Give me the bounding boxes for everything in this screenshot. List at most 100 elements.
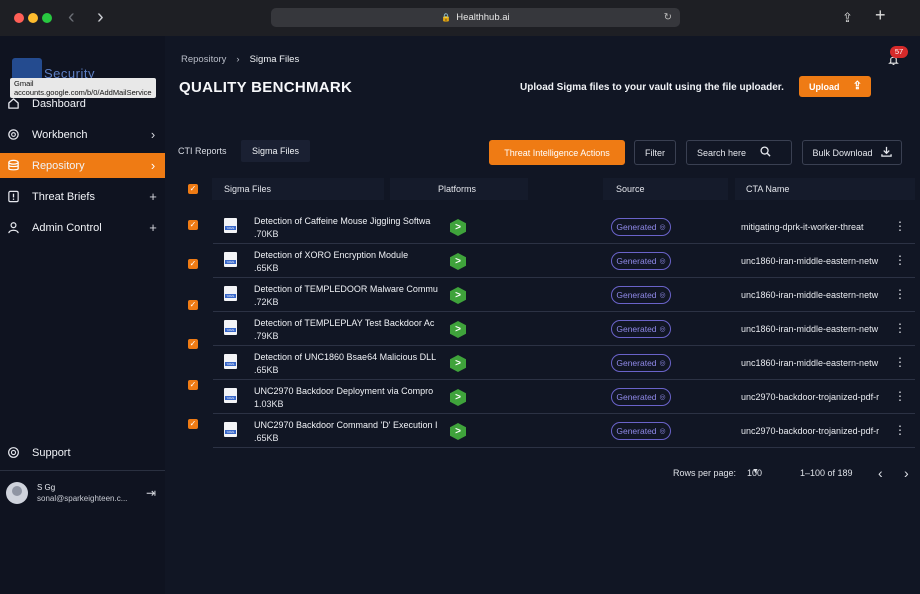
upload-button[interactable]: Upload ⇪	[799, 76, 871, 97]
tooltip-title: Gmail	[14, 79, 34, 88]
minimize-window-button[interactable]	[28, 13, 38, 23]
upload-label: Upload	[809, 81, 840, 92]
row-checkbox[interactable]: ✓	[188, 259, 198, 269]
platform-symbol: >	[450, 253, 466, 270]
source-label: Generated	[616, 222, 657, 232]
share-icon[interactable]: ⇪	[842, 10, 853, 26]
tab-cti-reports[interactable]: CTI Reports	[178, 140, 227, 162]
table-row[interactable]: ✓UNC2970 Backdoor Command 'D' Execution …	[178, 414, 915, 448]
yaml-file-icon	[224, 252, 237, 267]
more-options-icon[interactable]: ⋮	[894, 321, 906, 335]
source-badge: Generated ◎	[611, 388, 671, 406]
url-text: Healthhub.ai	[456, 12, 510, 23]
select-all-checkbox[interactable]: ✓	[188, 184, 198, 194]
previous-page-icon[interactable]: ‹	[878, 465, 883, 481]
logout-icon[interactable]: ⇥	[146, 486, 156, 500]
yaml-file-icon	[224, 354, 237, 369]
rows-per-page-label: Rows per page:	[673, 468, 737, 478]
table-row[interactable]: ✓Detection of UNC1860 Bsae64 Malicious D…	[178, 346, 915, 390]
sidebar-item-workbench[interactable]: Workbench ›	[0, 122, 165, 147]
sigma-file-name[interactable]: Detection of Caffeine Mouse Jiggling Sof…	[254, 216, 441, 226]
reload-icon[interactable]: ↻	[664, 8, 672, 27]
user-name: S Gg	[37, 483, 56, 492]
globe-icon: ◎	[659, 258, 666, 265]
lock-icon: 🔒	[441, 13, 452, 22]
browser-chrome: ‹ › 🔒 Healthhub.ai ↻ ⇪ +	[0, 0, 920, 36]
table-row[interactable]: ✓ Detection of XORO Encryption Module .65K…	[178, 244, 915, 278]
globe-icon: ◎	[659, 292, 666, 299]
sigma-file-name[interactable]: UNC2970 Backdoor Command 'D' Execution I	[254, 420, 441, 430]
table-body: ✓ Detection of Caffeine Mouse Jiggling So…	[178, 210, 915, 448]
pagination-range: 1–100 of 189	[800, 468, 853, 478]
database-icon	[6, 159, 20, 173]
sigma-file-size: .65KB	[254, 263, 279, 273]
more-options-icon[interactable]: ⋮	[894, 355, 906, 369]
more-options-icon[interactable]: ⋮	[894, 219, 906, 233]
new-tab-icon[interactable]: +	[875, 6, 886, 24]
cta-name: unc2970-backdoor-trojanized-pdf-r	[741, 426, 880, 436]
column-platforms[interactable]: Platforms	[390, 178, 528, 200]
sidebar-divider	[0, 470, 165, 471]
address-bar[interactable]: 🔒 Healthhub.ai ↻	[271, 8, 680, 27]
sigma-file-name[interactable]: Detection of UNC1860 Bsae64 Malicious DL…	[254, 352, 441, 362]
column-source[interactable]: Source	[603, 178, 728, 200]
user-profile[interactable]: S Gg sonal@sparkeighteen.c... ⇥	[6, 482, 161, 512]
breadcrumb-current: Sigma Files	[249, 54, 300, 65]
platform-hexagon-icon: >	[450, 219, 466, 236]
sigma-file-size: 1.03KB	[254, 399, 284, 409]
row-checkbox[interactable]: ✓	[188, 220, 198, 230]
bulk-download-button[interactable]: Bulk Download	[802, 140, 902, 165]
filter-button[interactable]: Filter	[634, 140, 676, 165]
more-options-icon[interactable]: ⋮	[894, 389, 906, 403]
cta-name: unc1860-iran-middle-eastern-netw	[741, 358, 879, 368]
table-row[interactable]: ✓ Detection of Caffeine Mouse Jiggling So…	[178, 210, 915, 244]
sigma-file-size: .79KB	[254, 331, 279, 341]
source-label: Generated	[616, 358, 657, 368]
more-options-icon[interactable]: ⋮	[894, 287, 906, 301]
table-row[interactable]: ✓UNC2970 Backdoor Deployment via Compro1…	[178, 380, 915, 429]
sidebar: Security Gmail accounts.google.com/b/0/A…	[0, 36, 165, 594]
column-cta-name[interactable]: CTA Name	[735, 178, 915, 200]
sidebar-item-repository[interactable]: Repository ›	[0, 153, 165, 178]
platform-hexagon-icon: >	[450, 321, 466, 338]
sidebar-item-admin-control[interactable]: Admin Control +	[0, 215, 165, 240]
more-options-icon[interactable]: ⋮	[894, 253, 906, 267]
sigma-file-name[interactable]: Detection of TEMPLEPLAY Test Backdoor Ac	[254, 318, 441, 328]
chevron-right-icon: ›	[150, 158, 156, 173]
sigma-file-name[interactable]: Detection of TEMPLEDOOR Malware Commu	[254, 284, 441, 294]
sidebar-item-label: Workbench	[32, 128, 88, 141]
platform-hexagon-icon: >	[450, 423, 466, 440]
next-page-icon[interactable]: ›	[904, 465, 909, 481]
cta-name: unc1860-iran-middle-eastern-netw	[741, 290, 879, 300]
source-label: Generated	[616, 324, 657, 334]
sidebar-item-support[interactable]: Support	[0, 440, 165, 465]
sidebar-item-threat-briefs[interactable]: Threat Briefs +	[0, 184, 165, 209]
sigma-file-name[interactable]: Detection of XORO Encryption Module	[254, 250, 441, 260]
maximize-window-button[interactable]	[42, 13, 52, 23]
tab-sigma-files[interactable]: Sigma Files	[241, 140, 310, 162]
chevron-right-icon: ›	[236, 54, 240, 65]
column-sigma-files[interactable]: Sigma Files	[212, 178, 384, 200]
search-input[interactable]: Search here	[686, 140, 792, 165]
breadcrumb-repository[interactable]: Repository	[181, 54, 226, 65]
more-options-icon[interactable]: ⋮	[894, 423, 906, 437]
row-checkbox[interactable]: ✓	[188, 300, 198, 310]
link-tooltip: Gmail accounts.google.com/b/0/AddMailSer…	[10, 78, 156, 98]
source-label: Generated	[616, 426, 657, 436]
yaml-file-icon	[224, 320, 237, 335]
back-icon[interactable]: ‹	[68, 7, 75, 27]
close-window-button[interactable]	[14, 13, 24, 23]
yaml-file-icon	[224, 286, 237, 301]
sigma-file-name[interactable]: UNC2970 Backdoor Deployment via Compro	[254, 386, 441, 396]
globe-icon: ◎	[659, 326, 666, 333]
main-content: Repository › Sigma Files QUALITY BENCHMARK…	[165, 36, 920, 594]
logo-icon	[12, 58, 42, 80]
table-row[interactable]: ✓ Detection of TEMPLEDOOR Malware Commu .7…	[178, 278, 915, 312]
threat-intelligence-actions-button[interactable]: Threat Intelligence Actions	[489, 140, 625, 165]
cta-name: mitigating-dprk-it-worker-threat	[741, 222, 864, 232]
platform-symbol: >	[450, 423, 466, 440]
home-icon	[6, 97, 20, 111]
forward-icon[interactable]: ›	[97, 7, 104, 27]
source-badge: Generated ◎	[611, 320, 671, 338]
table-row[interactable]: ✓Detection of TEMPLEPLAY Test Backdoor A…	[178, 312, 915, 349]
